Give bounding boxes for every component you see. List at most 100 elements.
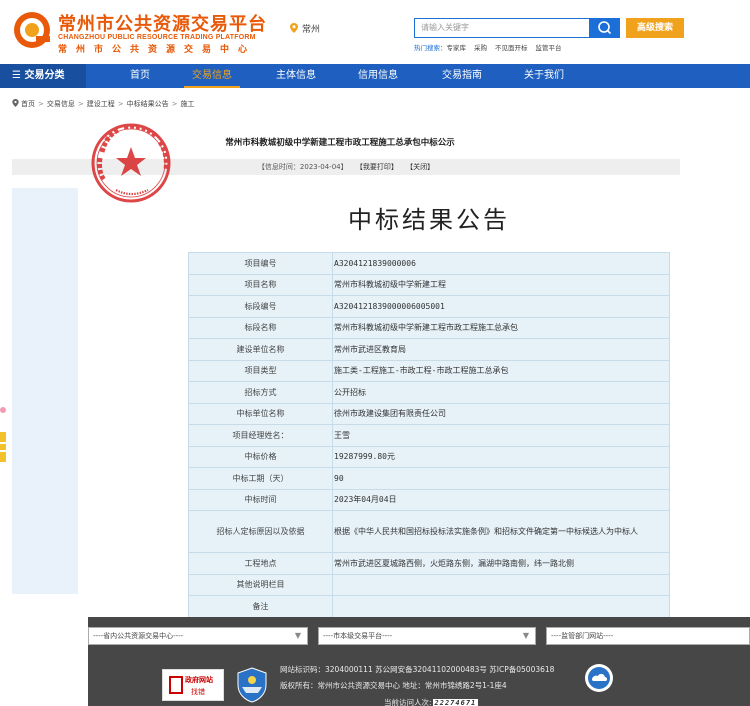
row-value: 常州市科教城初级中学新建工程市政工程施工总承包 bbox=[332, 316, 670, 339]
logo-subtitle-cn: 常州市公共资源交易中心 bbox=[58, 45, 257, 55]
site-header: 常州市公共资源交易平台 CHANGZHOU PUBLIC RESOURCE TR… bbox=[0, 0, 750, 64]
row-value: 根据《中华人民共和国招标投标法实施条例》和招标文件确定第一中标候选人为中标人 bbox=[332, 510, 670, 553]
logo-title-cn[interactable]: 常州市公共资源交易平台 bbox=[58, 10, 267, 36]
hot-search-list: 热门搜索：专家库 采购 不见面开标 监管平台 bbox=[414, 42, 570, 52]
row-key: 建设单位名称 bbox=[188, 338, 333, 361]
row-value: 常州市科教城初级中学新建工程 bbox=[332, 273, 670, 296]
table-row: 标段名称 常州市科教城初级中学新建工程市政工程施工总承包 bbox=[188, 316, 670, 339]
hot-search-item[interactable]: 不见面开标 bbox=[495, 44, 528, 52]
search-input[interactable]: 请输入关键字 bbox=[414, 18, 590, 38]
row-key: 中标时间 bbox=[188, 488, 333, 511]
hot-search-item[interactable]: 专家库 bbox=[447, 44, 467, 52]
nav-item-credit-info[interactable]: 信用信息 bbox=[348, 64, 408, 88]
row-key: 项目类型 bbox=[188, 359, 333, 382]
row-value: 90 bbox=[332, 467, 670, 490]
row-value: A3204121839000006 bbox=[332, 252, 670, 275]
table-row: 建设单位名称 常州市武进区教育局 bbox=[188, 338, 670, 361]
select-provincial-centers[interactable]: ----省内公共资源交易中心---- ▼ bbox=[88, 627, 308, 645]
gov-site-error-report[interactable]: 政府网站 找错 bbox=[162, 669, 224, 701]
gov-badge-sub: 找错 bbox=[191, 688, 205, 696]
site-footer: ----省内公共资源交易中心---- ▼ ----市本级交易平台---- ▼ ---… bbox=[88, 617, 750, 706]
row-key: 招标方式 bbox=[188, 381, 333, 404]
select-regulator-sites[interactable]: ----监管部门网站---- bbox=[546, 627, 750, 645]
main-nav: ☰ 交易分类 首页 交易信息 主体信息 信用信息 交易指南 关于我们 bbox=[0, 64, 750, 88]
select-value: ----省内公共资源交易中心---- bbox=[93, 632, 184, 640]
table-row: 项目编号 A3204121839000006 bbox=[188, 252, 670, 275]
floating-widget-icon[interactable] bbox=[0, 402, 8, 478]
row-value: 王雪 bbox=[332, 424, 670, 447]
row-value bbox=[332, 595, 670, 618]
row-value bbox=[332, 573, 670, 596]
row-key: 标段名称 bbox=[188, 316, 333, 339]
chevron-down-icon: ▼ bbox=[294, 631, 301, 640]
row-key: 标段编号 bbox=[188, 295, 333, 318]
visit-counter-value: 22274671 bbox=[432, 699, 479, 706]
visit-counter-label: 当前访问人次: bbox=[384, 698, 432, 706]
footer-site-id: 网站标识码：3204000111 苏公网安备32041102000483号 苏I… bbox=[280, 665, 555, 674]
row-value: 徐州市政建设集团有限责任公司 bbox=[332, 402, 670, 425]
hot-search-item[interactable]: 监管平台 bbox=[536, 44, 562, 52]
row-value: 施工类-工程施工-市政工程-市政工程施工总承包 bbox=[332, 359, 670, 382]
nav-item-home[interactable]: 首页 bbox=[112, 64, 168, 88]
breadcrumb-item[interactable]: 施工 bbox=[181, 100, 195, 108]
platform-logo-icon[interactable] bbox=[12, 10, 52, 50]
row-key: 项目名称 bbox=[188, 273, 333, 296]
table-row: 工程地点 常州市武进区夏城路西侧，火炬路东侧，漏湖中路南侧，纬一路北侧 bbox=[188, 552, 670, 575]
row-key: 中标单位名称 bbox=[188, 402, 333, 425]
search-button[interactable] bbox=[590, 18, 620, 38]
nav-item-trade-info[interactable]: 交易信息 bbox=[184, 64, 240, 88]
table-row: 项目类型 施工类-工程施工-市政工程-市政工程施工总承包 bbox=[188, 359, 670, 382]
row-key: 项目编号 bbox=[188, 252, 333, 275]
search-icon bbox=[598, 21, 612, 35]
table-row: 项目名称 常州市科教城初级中学新建工程 bbox=[188, 273, 670, 296]
breadcrumb-item[interactable]: 建设工程 bbox=[87, 100, 115, 108]
side-panel bbox=[12, 188, 78, 594]
table-row: 中标单位名称 徐州市政建设集团有限责任公司 bbox=[188, 402, 670, 425]
row-key: 其他说明栏目 bbox=[188, 573, 333, 596]
chevron-down-icon: ▼ bbox=[522, 631, 529, 640]
close-link[interactable]: 【关闭】 bbox=[406, 163, 434, 171]
table-row: 标段编号 A3204121839000006005001 bbox=[188, 295, 670, 318]
location-selector[interactable]: 常州 bbox=[290, 22, 320, 35]
row-key: 工程地点 bbox=[188, 552, 333, 575]
table-row: 中标时间 2023年04月04日 bbox=[188, 488, 670, 511]
table-row: 中标工期（天） 90 bbox=[188, 467, 670, 490]
logo-title-en: CHANGZHOU PUBLIC RESOURCE TRADING PLATFO… bbox=[58, 34, 256, 41]
advanced-search-button[interactable]: 高级搜索 bbox=[626, 18, 684, 38]
company-seal-icon bbox=[91, 123, 171, 203]
result-heading: 中标结果公告 bbox=[348, 206, 510, 234]
hot-search-item[interactable]: 采购 bbox=[474, 44, 487, 52]
police-shield-icon[interactable] bbox=[236, 667, 268, 703]
row-key: 中标价格 bbox=[188, 445, 333, 468]
info-time: 【信息时间：2023-04-04】 bbox=[257, 163, 348, 171]
row-key: 项目经理姓名： bbox=[188, 424, 333, 447]
table-row: 招标人定标原因以及依据 根据《中华人民共和国招标投标法实施条例》和招标文件确定第一… bbox=[188, 510, 670, 553]
row-value: 公开招标 bbox=[332, 381, 670, 404]
gov-badge-icon bbox=[169, 676, 183, 694]
nav-item-about[interactable]: 关于我们 bbox=[514, 64, 574, 88]
row-key: 招标人定标原因以及依据 bbox=[188, 510, 333, 553]
row-value: A3204121839000006005001 bbox=[332, 295, 670, 318]
breadcrumb-item[interactable]: 交易信息 bbox=[47, 100, 75, 108]
breadcrumb-item[interactable]: 首页 bbox=[21, 100, 35, 108]
breadcrumb-item[interactable]: 中标结果公告 bbox=[127, 100, 169, 108]
nav-item-guide[interactable]: 交易指南 bbox=[432, 64, 492, 88]
row-value: 常州市武进区教育局 bbox=[332, 338, 670, 361]
location-pin-icon bbox=[12, 99, 19, 107]
breadcrumb: 首页 > 交易信息 > 建设工程 > 中标结果公告 > 施工 bbox=[12, 98, 195, 109]
hot-search-label: 热门搜索： bbox=[414, 44, 447, 52]
nav-item-entity-info[interactable]: 主体信息 bbox=[266, 64, 326, 88]
nav-category-button[interactable]: ☰ 交易分类 bbox=[0, 64, 86, 88]
row-value: 19287999.80元 bbox=[332, 445, 670, 468]
select-city-platforms[interactable]: ----市本级交易平台---- ▼ bbox=[318, 627, 536, 645]
table-row: 中标价格 19287999.80元 bbox=[188, 445, 670, 468]
print-link[interactable]: 【我要打印】 bbox=[356, 163, 398, 171]
table-row: 项目经理姓名： 王雪 bbox=[188, 424, 670, 447]
select-value: ----市本级交易平台---- bbox=[323, 632, 393, 640]
gov-badge-title: 政府网站 bbox=[185, 676, 213, 684]
location-label: 常州 bbox=[302, 25, 321, 35]
location-pin-icon bbox=[290, 23, 298, 33]
table-row: 其他说明栏目 bbox=[188, 573, 670, 596]
cloud-service-icon[interactable] bbox=[584, 663, 614, 693]
row-value: 常州市武进区夏城路西侧，火炬路东侧，漏湖中路南侧，纬一路北侧 bbox=[332, 552, 670, 575]
